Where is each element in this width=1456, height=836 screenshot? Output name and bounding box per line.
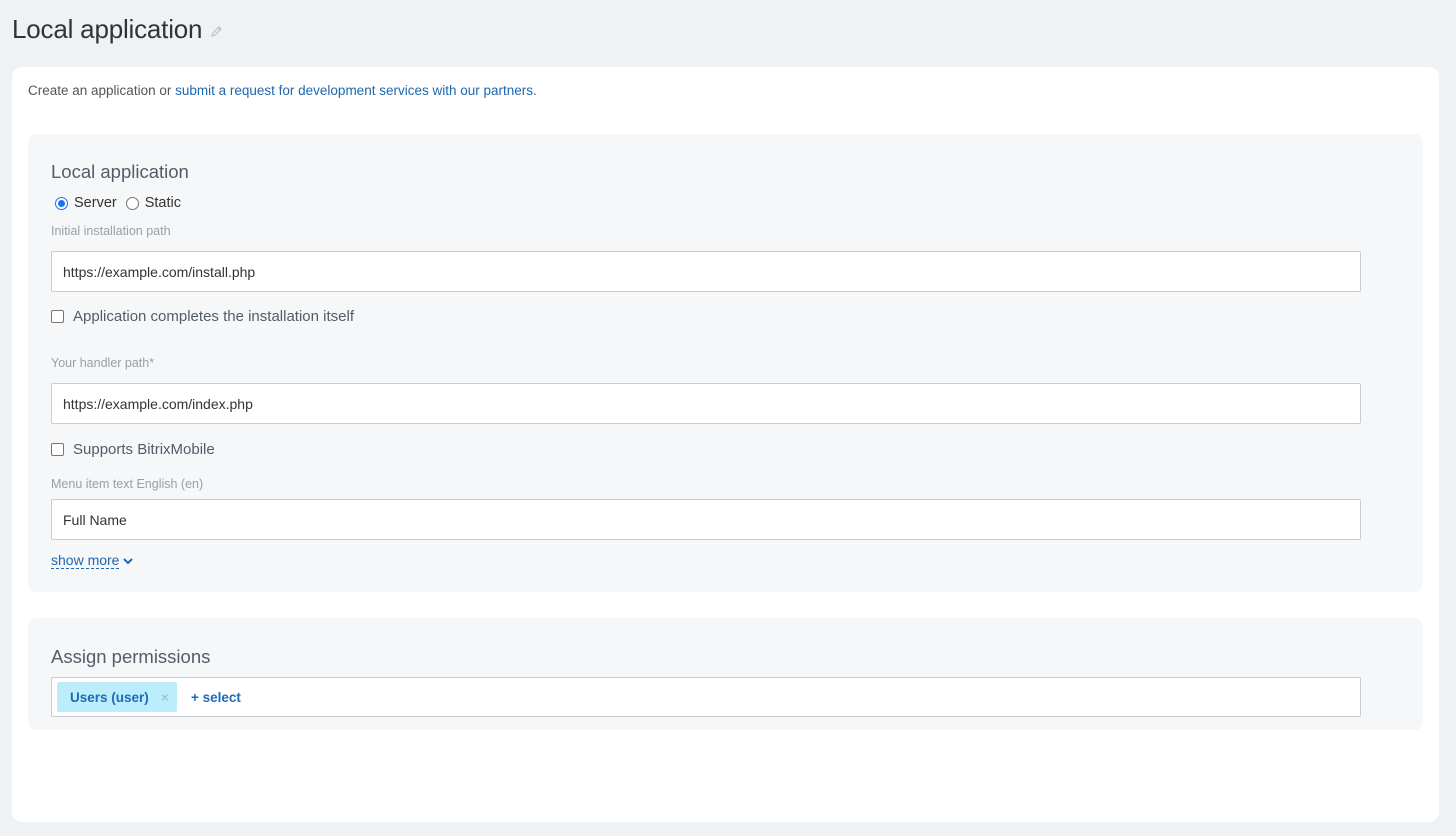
handler-path-input[interactable] <box>51 383 1361 424</box>
app-type-radio-group: Server Static <box>55 195 190 211</box>
page-title: Local application <box>12 13 203 44</box>
add-permission-button[interactable]: + select <box>191 690 241 705</box>
show-more-label: show more <box>51 552 120 569</box>
install-path-input[interactable] <box>51 251 1361 292</box>
main-card: Create an application or submit a reques… <box>12 67 1439 822</box>
partners-request-link[interactable]: submit a request for development service… <box>175 83 533 98</box>
chevron-down-icon <box>122 556 134 566</box>
completes-install-checkbox[interactable] <box>51 310 64 323</box>
radio-server[interactable] <box>55 196 68 210</box>
menu-item-label: Menu item text English (en) <box>51 477 204 491</box>
page-header: Local application <box>12 12 224 46</box>
permission-tag-label: Users (user) <box>70 689 149 705</box>
pencil-icon[interactable] <box>208 23 224 39</box>
close-icon[interactable]: × <box>161 689 169 705</box>
section-title-permissions: Assign permissions <box>51 646 211 667</box>
supports-mobile-checkbox[interactable] <box>51 443 64 456</box>
radio-server-label: Server <box>74 195 117 211</box>
menu-item-input[interactable] <box>51 499 1361 540</box>
radio-static-label: Static <box>144 195 181 211</box>
permissions-selector[interactable]: Users (user) × + select <box>51 677 1361 717</box>
supports-mobile-label: Supports BitrixMobile <box>73 441 215 458</box>
completes-install-option[interactable]: Application completes the installation i… <box>51 308 354 325</box>
install-path-label: Initial installation path <box>51 224 171 238</box>
permissions-section: Assign permissions Users (user) × + sele… <box>28 618 1423 730</box>
intro-suffix: . <box>533 83 537 98</box>
intro-text: Create an application or submit a reques… <box>28 83 537 98</box>
permission-tag: Users (user) × <box>57 682 177 712</box>
supports-mobile-option[interactable]: Supports BitrixMobile <box>51 441 215 458</box>
local-application-section: Local application Server Static Initial … <box>28 134 1423 592</box>
show-more-toggle[interactable]: show more <box>51 552 134 569</box>
section-title-local-application: Local application <box>51 161 189 182</box>
completes-install-label: Application completes the installation i… <box>73 308 354 325</box>
intro-prefix: Create an application or <box>28 83 176 98</box>
radio-static[interactable] <box>125 196 139 210</box>
handler-path-label: Your handler path* <box>51 356 155 370</box>
